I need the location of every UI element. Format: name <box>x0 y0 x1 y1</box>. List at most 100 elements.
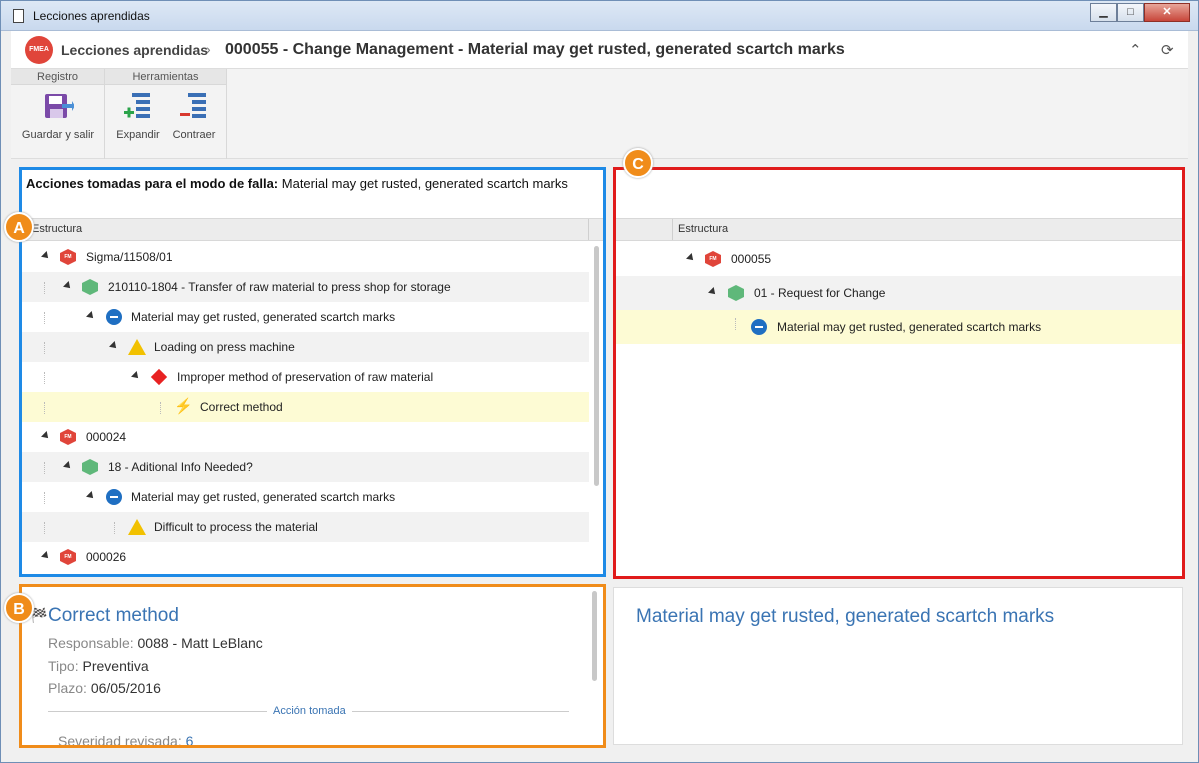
expand-arrow-icon[interactable] <box>63 461 73 471</box>
column-divider <box>588 219 589 240</box>
tipo-value: Preventiva <box>82 658 149 674</box>
tree-row-label: 000055 <box>731 252 772 266</box>
tree-row-label: 000026 <box>86 550 127 564</box>
cause-diamond-icon <box>150 368 168 386</box>
detail-scrollbar[interactable] <box>592 591 597 681</box>
tree-scrollbar[interactable] <box>594 246 599 486</box>
marker-b-badge: B <box>4 593 34 623</box>
tree-row[interactable]: Material may get rusted, generated scart… <box>22 482 589 512</box>
minimize-button[interactable]: ▁ <box>1090 3 1117 22</box>
structure-column-header[interactable]: Estructura <box>616 218 1182 241</box>
fmea-hex-icon: FM <box>60 429 76 445</box>
structure-tree: FM Sigma/11508/01 210110-1804 - Transfer… <box>22 242 589 572</box>
tree-row-label: 18 - Aditional Info Needed? <box>108 460 253 474</box>
refresh-icon[interactable]: ⟳ <box>1161 41 1174 59</box>
expand-arrow-icon[interactable] <box>86 491 96 501</box>
severity-line: Severidad revisada: 6 <box>58 733 193 748</box>
tree-row-label: Loading on press machine <box>154 340 295 354</box>
collapse-button[interactable]: Contraer <box>169 91 219 141</box>
tree-row[interactable]: FM 000026 <box>22 542 589 572</box>
tree-guide <box>44 492 45 504</box>
expand-label: Expandir <box>116 129 160 141</box>
failure-mode-icon <box>106 489 122 505</box>
expand-button[interactable]: Expandir <box>113 91 163 141</box>
close-button[interactable]: ✕ <box>1144 3 1190 22</box>
tree-row[interactable]: Loading on press machine <box>22 332 589 362</box>
expand-arrow-icon[interactable] <box>41 251 51 261</box>
column-label: Estructura <box>678 223 729 235</box>
page-title: 000055 - Change Management - Material ma… <box>225 41 845 58</box>
failure-mode-heading: Acciones tomadas para el modo de falla: … <box>26 176 586 191</box>
process-hex-icon <box>82 459 98 475</box>
action-title[interactable]: Correct method <box>48 605 179 627</box>
expand-arrow-icon[interactable] <box>86 311 96 321</box>
expand-arrow-icon[interactable] <box>41 431 51 441</box>
process-hex-icon <box>82 279 98 295</box>
window-controls: ▁ □ ✕ <box>1090 3 1190 22</box>
severity-label: Severidad revisada: <box>58 733 182 748</box>
tree-row[interactable]: 01 - Request for Change <box>616 276 1182 310</box>
responsable-line: Responsable: 0088 - Matt LeBlanc <box>48 635 263 651</box>
tree-row[interactable]: Material may get rusted, generated scart… <box>22 302 589 332</box>
expand-arrow-icon[interactable] <box>708 287 718 297</box>
expand-arrow-icon[interactable] <box>109 341 119 351</box>
page-header: FMEA Lecciones aprendidas › 000055 - Cha… <box>11 31 1188 69</box>
column-label: Estructura <box>32 223 83 235</box>
tree-row[interactable]: 210110-1804 - Transfer of raw material t… <box>22 272 589 302</box>
tree-guide <box>114 522 115 534</box>
tree-row[interactable]: FM 000024 <box>22 422 589 452</box>
tree-row[interactable]: FM 000055 <box>616 242 1182 276</box>
expand-arrow-icon[interactable] <box>686 253 696 263</box>
tree-guide <box>44 522 45 534</box>
plazo-line: Plazo: 06/05/2016 <box>48 680 161 696</box>
failure-mode-title[interactable]: Material may get rusted, generated scart… <box>636 606 1054 628</box>
tree-row[interactable]: 18 - Aditional Info Needed? <box>22 452 589 482</box>
tree-guide <box>44 342 45 354</box>
expand-arrow-icon[interactable] <box>41 551 51 561</box>
tree-guide <box>44 402 45 414</box>
collapse-label: Contraer <box>172 129 216 141</box>
tipo-line: Tipo: Preventiva <box>48 658 149 674</box>
structure-column-header[interactable]: Estructura <box>22 218 603 241</box>
section-label: Acción tomada <box>267 705 352 717</box>
tree-row[interactable]: FM Sigma/11508/01 <box>22 242 589 272</box>
responsable-label: Responsable: <box>48 635 134 651</box>
marker-a-badge: A <box>4 212 34 242</box>
warning-triangle-icon <box>128 339 146 355</box>
maximize-button[interactable]: □ <box>1117 3 1144 22</box>
column-divider <box>672 219 673 240</box>
warning-triangle-icon <box>128 519 146 535</box>
tree-row-selected[interactable]: Material may get rusted, generated scart… <box>616 310 1182 344</box>
action-bolt-icon: ⚡ <box>174 398 193 415</box>
document-icon <box>13 9 24 23</box>
expand-arrow-icon[interactable] <box>63 281 73 291</box>
failure-mode-label: Acciones tomadas para el modo de falla: <box>26 176 279 191</box>
related-structure-panel: Estructura FM 000055 01 - Request for Ch… <box>613 167 1185 579</box>
app-window: Lecciones aprendidas ▁ □ ✕ FMEA Leccione… <box>0 0 1199 763</box>
tree-row-label: Material may get rusted, generated scart… <box>131 490 396 504</box>
tree-row[interactable]: Improper method of preservation of raw m… <box>22 362 589 392</box>
plazo-label: Plazo: <box>48 680 87 696</box>
window-title: Lecciones aprendidas <box>33 9 150 23</box>
ribbon-group-title: Registro <box>11 69 104 85</box>
fmea-hex-icon: FM <box>60 249 76 265</box>
collapse-header-icon[interactable]: ⌃ <box>1129 41 1142 59</box>
tree-row[interactable]: Difficult to process the material <box>22 512 589 542</box>
tree-row-label: 01 - Request for Change <box>754 286 886 300</box>
plazo-value: 06/05/2016 <box>90 680 161 696</box>
tree-guide <box>44 372 45 384</box>
failure-mode-value: Material may get rusted, generated scart… <box>281 176 568 191</box>
tree-row-selected[interactable]: ⚡ Correct method <box>22 392 589 422</box>
fmea-logo: FMEA <box>25 36 53 64</box>
breadcrumb-root[interactable]: Lecciones aprendidas <box>61 42 208 58</box>
tree-guide <box>44 462 45 474</box>
save-and-exit-button[interactable]: Guardar y salir <box>19 91 97 141</box>
related-structure-tree: FM 000055 01 - Request for Change Materi… <box>616 242 1182 344</box>
tree-guide <box>44 282 45 294</box>
fmea-hex-icon: FM <box>60 549 76 565</box>
expand-arrow-icon[interactable] <box>131 371 141 381</box>
failure-mode-detail-panel: Material may get rusted, generated scart… <box>613 587 1183 745</box>
action-detail-panel: 🏁 Correct method Responsable: 0088 - Mat… <box>19 584 606 748</box>
tree-guide <box>44 312 45 324</box>
marker-c-badge: C <box>623 148 653 178</box>
